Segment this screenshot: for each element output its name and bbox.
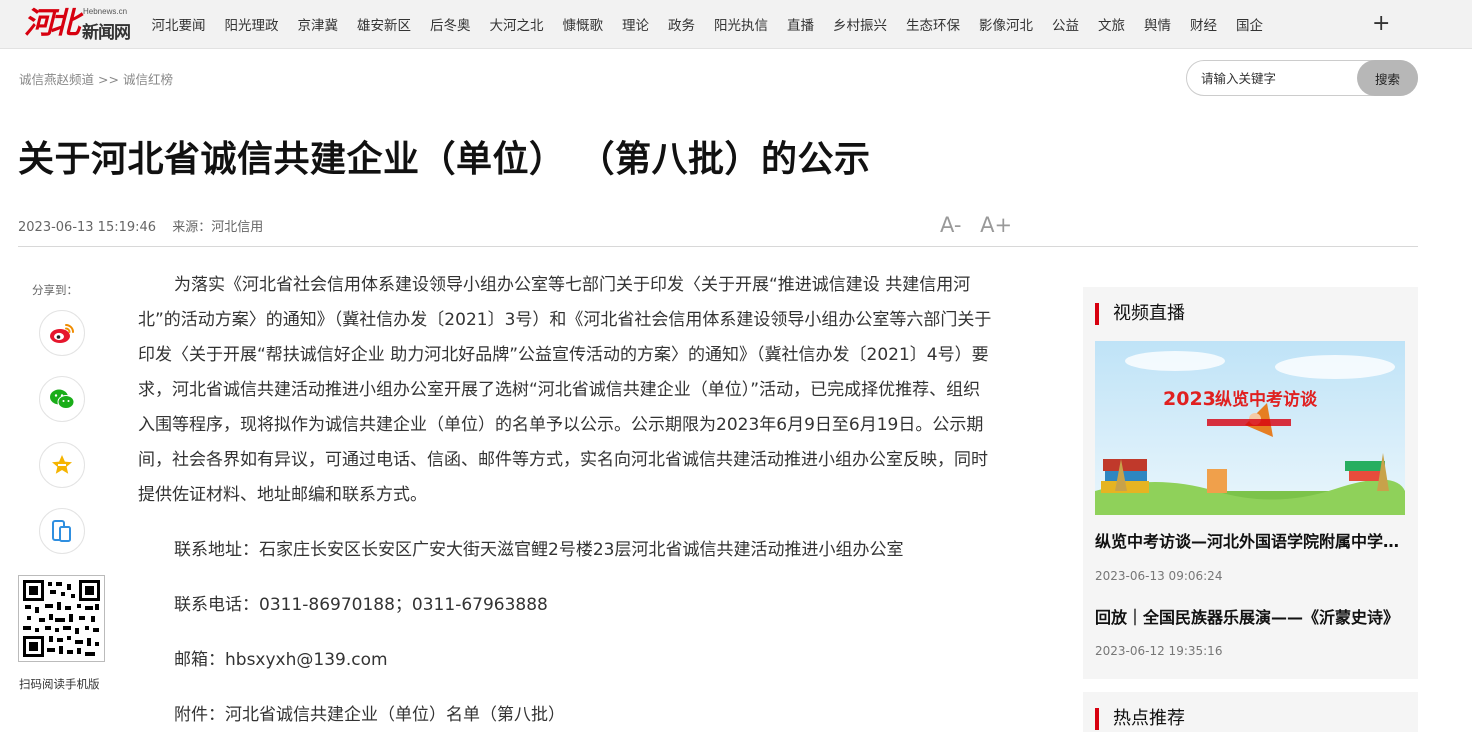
top-navigation-bar: 河北 Hebnews.cn 新闻网 河北要闻 阳光理政 京津冀 雄安新区 后冬奥… bbox=[0, 0, 1472, 49]
nav-item[interactable]: 政务 bbox=[668, 14, 695, 34]
attachment-link[interactable]: 附件：河北省诚信共建企业（单位）名单（第八批） bbox=[138, 698, 994, 732]
search-button[interactable]: 搜索 bbox=[1357, 60, 1418, 96]
weibo-icon bbox=[50, 324, 74, 343]
hot-recommend-heading: 热点推荐 bbox=[1095, 708, 1185, 730]
logo-chinese: 新闻网 bbox=[82, 23, 131, 43]
nav-item[interactable]: 影像河北 bbox=[979, 14, 1033, 34]
logo-english: Hebnews.cn bbox=[83, 7, 128, 16]
article-title: 关于河北省诚信共建企业（单位） （第八批）的公示 bbox=[18, 139, 871, 180]
video-banner-year: 2023 bbox=[1163, 388, 1216, 410]
nav-item[interactable]: 财经 bbox=[1190, 14, 1217, 34]
video-thumbnail[interactable]: 2023 纵览中考访谈 bbox=[1095, 341, 1405, 515]
font-larger-button[interactable]: A+ bbox=[980, 213, 1012, 237]
video-live-panel: 视频直播 2023 纵览中考访谈 纵览中考访谈—河北外国语学院附属中学… 202… bbox=[1083, 287, 1418, 679]
font-size-controls: A- A+ bbox=[940, 213, 1024, 237]
video-thumbnail-image: 2023 纵览中考访谈 bbox=[1095, 341, 1405, 515]
search-input[interactable] bbox=[1201, 69, 1351, 87]
nav-item[interactable]: 国企 bbox=[1236, 14, 1263, 34]
nav-item[interactable]: 大河之北 bbox=[490, 14, 544, 34]
breadcrumb-current[interactable]: 诚信红榜 bbox=[123, 72, 173, 87]
nav-item[interactable]: 京津冀 bbox=[298, 14, 339, 34]
plus-icon[interactable]: + bbox=[1372, 11, 1390, 37]
qr-code-icon bbox=[23, 580, 100, 657]
nav-item[interactable]: 阳光理政 bbox=[225, 14, 279, 34]
share-favorite-button[interactable] bbox=[39, 442, 85, 488]
video-banner-text: 纵览中考访谈 bbox=[1215, 389, 1318, 410]
breadcrumb-separator: >> bbox=[98, 72, 119, 87]
share-weibo-button[interactable] bbox=[39, 310, 85, 356]
share-wechat-button[interactable] bbox=[39, 376, 85, 422]
search-box: 搜索 bbox=[1186, 60, 1418, 96]
nav-item[interactable]: 雄安新区 bbox=[357, 14, 411, 34]
main-nav: 河北要闻 阳光理政 京津冀 雄安新区 后冬奥 大河之北 慷慨歌 理论 政务 阳光… bbox=[142, 0, 1273, 48]
hot-recommend-panel: 热点推荐 bbox=[1083, 692, 1418, 732]
share-mobile-button[interactable] bbox=[39, 508, 85, 554]
qr-caption: 扫码阅读手机版 bbox=[19, 677, 100, 691]
video-live-heading: 视频直播 bbox=[1095, 303, 1185, 325]
video-news-date: 2023-06-12 19:35:16 bbox=[1095, 644, 1223, 658]
contact-email[interactable]: 邮箱：hbsxyxh@139.com bbox=[138, 643, 994, 678]
contact-address: 联系地址：石家庄长安区长安区广安大街天滋官鲤2号楼23层河北省诚信共建活动推进小… bbox=[174, 540, 904, 560]
nav-item[interactable]: 理论 bbox=[622, 14, 649, 34]
nav-item[interactable]: 生态环保 bbox=[906, 14, 960, 34]
article-meta: 2023-06-13 15:19:46 来源：河北信用 bbox=[18, 216, 263, 235]
title-divider bbox=[18, 246, 1418, 247]
breadcrumb-parent[interactable]: 诚信燕赵频道 bbox=[19, 72, 94, 87]
share-label: 分享到： bbox=[32, 283, 78, 297]
nav-item[interactable]: 文旅 bbox=[1098, 14, 1125, 34]
logo-mark: 河北 bbox=[24, 6, 80, 41]
article-source: 来源：河北信用 bbox=[172, 220, 264, 235]
nav-item[interactable]: 乡村振兴 bbox=[833, 14, 887, 34]
article-body: 为落实《河北省社会信用体系建设领导小组办公室等七部门关于印发〈关于开展“推进诚信… bbox=[138, 268, 994, 732]
article-datetime: 2023-06-13 15:19:46 bbox=[18, 220, 157, 235]
video-news-date: 2023-06-13 09:06:24 bbox=[1095, 569, 1223, 583]
nav-item[interactable]: 后冬奥 bbox=[430, 14, 471, 34]
nav-item[interactable]: 慷慨歌 bbox=[563, 14, 604, 34]
nav-item[interactable]: 阳光执信 bbox=[714, 14, 768, 34]
contact-phone: 联系电话：0311-86970188；0311-67963888 bbox=[174, 595, 548, 615]
nav-item[interactable]: 河北要闻 bbox=[152, 14, 206, 34]
wechat-icon bbox=[50, 389, 75, 409]
video-news-title[interactable]: 纵览中考访谈—河北外国语学院附属中学… bbox=[1095, 528, 1405, 552]
nav-item[interactable]: 舆情 bbox=[1144, 14, 1171, 34]
mobile-icon bbox=[52, 520, 71, 542]
nav-item[interactable]: 直播 bbox=[787, 14, 814, 34]
article-paragraph: 为落实《河北省社会信用体系建设领导小组办公室等七部门关于印发〈关于开展“推进诚信… bbox=[138, 275, 992, 505]
breadcrumb: 诚信燕赵频道 >> 诚信红榜 bbox=[19, 69, 173, 88]
favorite-icon bbox=[52, 455, 72, 474]
site-logo[interactable]: 河北 Hebnews.cn 新闻网 bbox=[24, 4, 136, 44]
nav-item[interactable]: 公益 bbox=[1052, 14, 1079, 34]
qr-code bbox=[18, 575, 105, 662]
video-news-title[interactable]: 回放｜全国民族器乐展演——《沂蒙史诗》 bbox=[1095, 604, 1405, 628]
font-smaller-button[interactable]: A- bbox=[940, 213, 961, 237]
